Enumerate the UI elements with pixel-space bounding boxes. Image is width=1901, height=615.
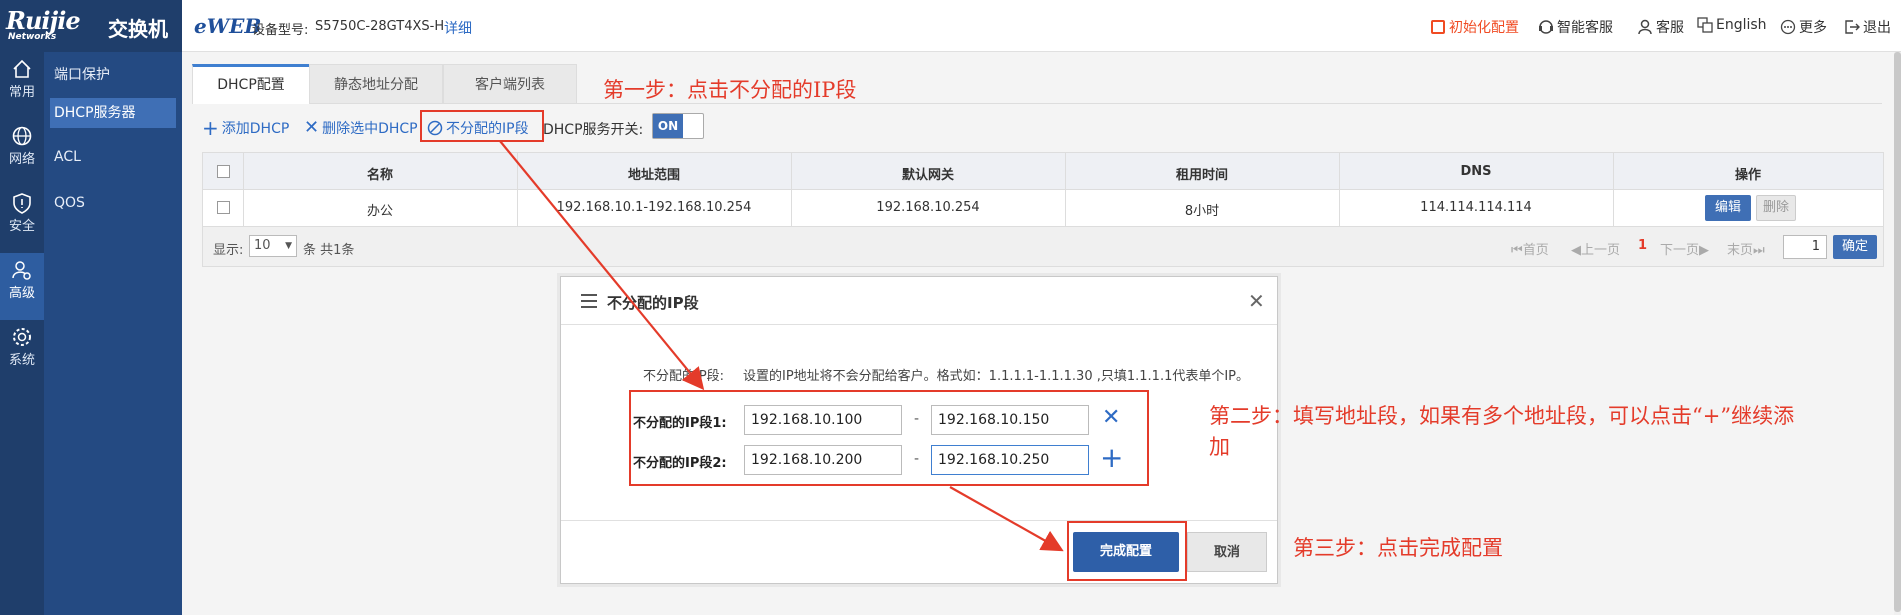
step2-arrow	[949, 486, 1064, 552]
step1-arrow	[499, 140, 705, 391]
page-scrollbar[interactable]	[1894, 52, 1901, 615]
annotation-arrows	[499, 140, 1064, 552]
